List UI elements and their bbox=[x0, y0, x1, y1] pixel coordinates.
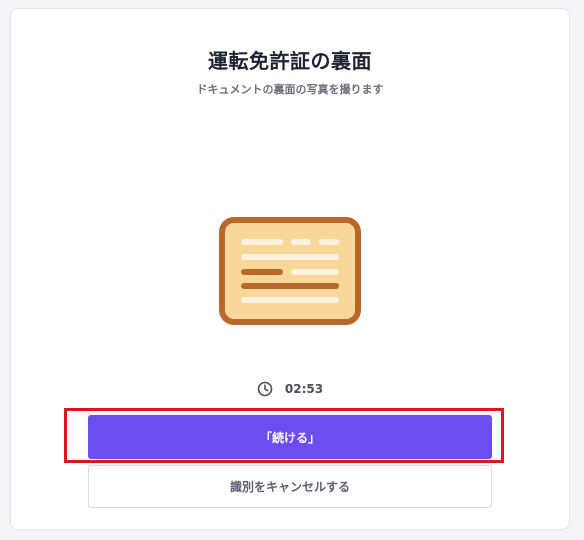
timer-value: 02:53 bbox=[284, 382, 324, 396]
card-line-3b bbox=[291, 269, 339, 275]
verification-card: 運転免許証の裏面 ドキュメントの裏面の写真を撮ります 02:53 「続ける」 識… bbox=[10, 8, 570, 530]
page-title: 運転免許証の裏面 bbox=[208, 49, 372, 73]
card-line-5 bbox=[241, 297, 339, 303]
card-line-2 bbox=[241, 254, 339, 260]
id-card-back-icon bbox=[219, 217, 361, 325]
cancel-verification-button[interactable]: 識別をキャンセルする bbox=[88, 465, 492, 508]
card-line-1c bbox=[319, 239, 339, 245]
card-line-1b bbox=[291, 239, 311, 245]
continue-button[interactable]: 「続ける」 bbox=[88, 415, 492, 459]
card-line-3a bbox=[241, 269, 283, 275]
page-subtitle: ドキュメントの裏面の写真を撮ります bbox=[196, 83, 384, 96]
clock-icon bbox=[257, 381, 273, 397]
card-line-1a bbox=[241, 239, 283, 245]
countdown-timer: 02:53 bbox=[11, 381, 569, 397]
card-line-4 bbox=[241, 283, 339, 289]
